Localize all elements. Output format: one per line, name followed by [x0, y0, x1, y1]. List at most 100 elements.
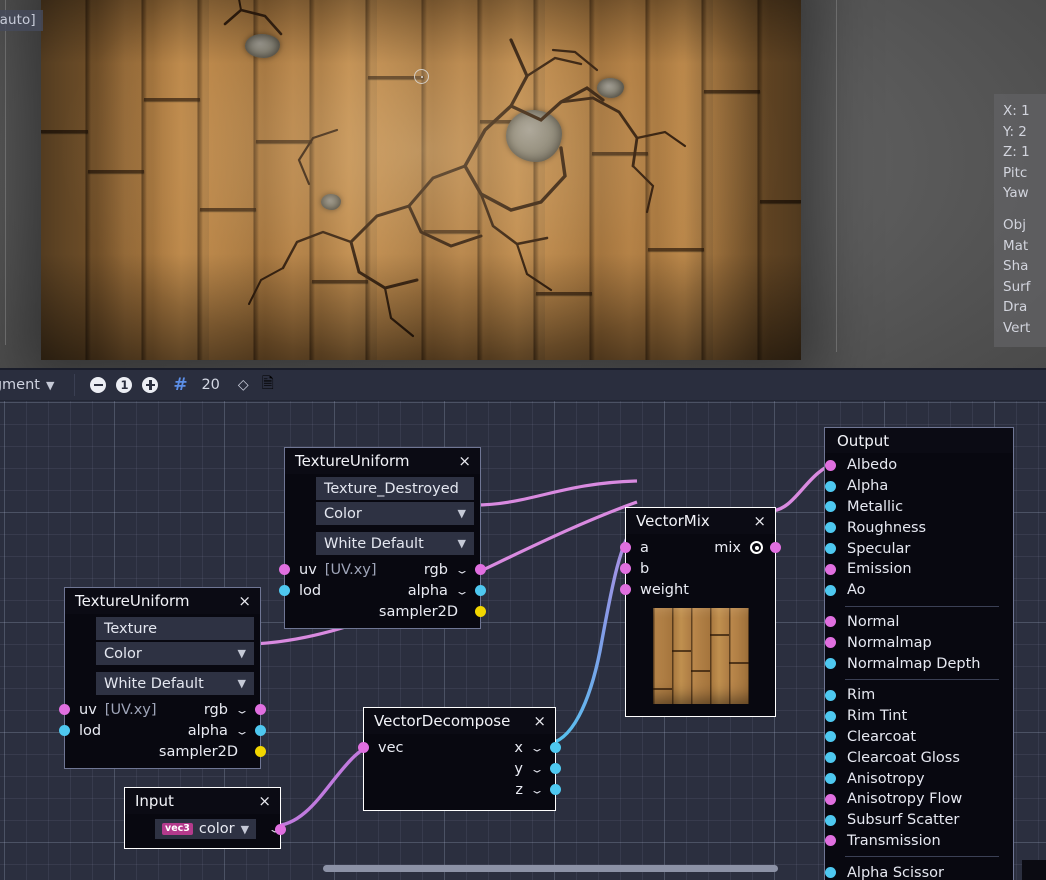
- chevron-down-icon[interactable]: ⌄: [234, 704, 249, 716]
- port-in-albedo[interactable]: [825, 460, 836, 471]
- node-title-text: TextureUniform: [295, 452, 410, 470]
- port-in-roughness[interactable]: [825, 522, 836, 533]
- close-icon[interactable]: ×: [457, 454, 472, 469]
- zoom-out-button[interactable]: [85, 372, 111, 398]
- node-title-bar[interactable]: Input ×: [125, 788, 280, 814]
- script-file-icon[interactable]: 🗎: [262, 373, 274, 398]
- port-out-y[interactable]: [550, 763, 561, 774]
- texture-name-field[interactable]: Texture: [96, 617, 254, 640]
- viewport-center-gizmo[interactable]: [414, 69, 429, 84]
- graph-canvas[interactable]: TextureUniform × Texture_Destroyed Color…: [0, 401, 1046, 880]
- port-in-weight[interactable]: [620, 584, 631, 595]
- port-in-uv[interactable]: [59, 704, 70, 715]
- node-vector-decompose[interactable]: VectorDecompose × vec x ⌄ y ⌄: [363, 707, 556, 811]
- horizontal-scrollbar[interactable]: [323, 865, 778, 872]
- texture-name-field[interactable]: Texture_Destroyed: [316, 477, 474, 500]
- node-title-bar[interactable]: TextureUniform ×: [65, 588, 260, 614]
- node-vector-mix[interactable]: VectorMix × a mix b: [625, 507, 776, 717]
- port-out-sampler2d[interactable]: [255, 746, 266, 757]
- info-vertices: Vert: [1003, 318, 1038, 339]
- zoom-reset-button[interactable]: 1: [111, 372, 137, 398]
- info-draw-calls: Dra: [1003, 297, 1038, 318]
- zoom-in-button[interactable]: [137, 372, 163, 398]
- port-in-uv[interactable]: [279, 564, 290, 575]
- port-in-a[interactable]: [620, 542, 631, 553]
- chevron-down-icon[interactable]: ⌄: [454, 564, 469, 576]
- node-title-bar[interactable]: VectorDecompose ×: [364, 708, 555, 734]
- chevron-down-icon[interactable]: ⌄: [454, 585, 469, 597]
- port-out-sampler2d[interactable]: [475, 606, 486, 617]
- port-in-rim-tint[interactable]: [825, 711, 836, 722]
- chevron-down-icon[interactable]: ⌄: [529, 784, 544, 796]
- node-input[interactable]: Input × vec3 color ▼ ⌄: [124, 787, 281, 849]
- port-out-alpha[interactable]: [255, 725, 266, 736]
- output-label-alpha-scissor: Alpha Scissor: [847, 865, 944, 880]
- chevron-down-icon[interactable]: ⌄: [529, 742, 544, 754]
- port-in-normalmap[interactable]: [825, 637, 836, 648]
- port-in-anisotropy-flow[interactable]: [825, 794, 836, 805]
- port-in-specular[interactable]: [825, 543, 836, 554]
- port-in-normalmap-depth[interactable]: [825, 658, 836, 669]
- port-row-weight: weight: [626, 579, 775, 600]
- port-in-emission[interactable]: [825, 564, 836, 575]
- close-icon[interactable]: ×: [237, 594, 252, 609]
- texture-type-select[interactable]: Color ▼: [316, 502, 474, 525]
- port-in-alpha-scissor[interactable]: [825, 867, 836, 878]
- node-title-text: Input: [135, 792, 174, 810]
- port-in-lod[interactable]: [279, 585, 290, 596]
- node-title-bar[interactable]: VectorMix ×: [626, 508, 775, 534]
- port-out-rgb[interactable]: [255, 704, 266, 715]
- port-in-clearcoat[interactable]: [825, 731, 836, 742]
- port-in-clearcoat-gloss[interactable]: [825, 752, 836, 763]
- port-in-metallic[interactable]: [825, 501, 836, 512]
- output-label-albedo: Albedo: [847, 457, 897, 473]
- node-output[interactable]: Output Albedo Alpha Metallic Roughness S…: [824, 427, 1014, 880]
- minus-circle-icon: [90, 377, 106, 393]
- node-title-bar[interactable]: Output: [825, 428, 1013, 453]
- info-pitch: Pitc: [1003, 163, 1038, 184]
- node-texture-uniform[interactable]: TextureUniform × Texture Color ▼ White D…: [64, 587, 261, 769]
- snap-to-grid-button[interactable]: #: [167, 372, 193, 398]
- port-in-ao[interactable]: [825, 585, 836, 596]
- texture-type-select[interactable]: Color ▼: [96, 642, 254, 665]
- port-in-transmission[interactable]: [825, 835, 836, 846]
- node-title-text: VectorMix: [636, 512, 710, 530]
- port-label-weight: weight: [640, 582, 689, 598]
- node-title-bar[interactable]: TextureUniform ×: [285, 448, 480, 474]
- texture-default-select[interactable]: White Default ▼: [316, 532, 474, 555]
- close-icon[interactable]: ×: [257, 794, 272, 809]
- 3d-viewport[interactable]: nal [auto] X: 1 Y: 2 Z: 1 Pitc Yaw Obj M…: [0, 0, 1046, 368]
- port-in-subsurf-scatter[interactable]: [825, 815, 836, 826]
- port-in-vec[interactable]: [358, 742, 369, 753]
- output-label-ao: Ao: [847, 582, 866, 598]
- shader-stage-dropdown[interactable]: ragment ▼: [0, 370, 64, 401]
- chevron-down-icon[interactable]: ⌄: [234, 725, 249, 737]
- output-label-normalmap: Normalmap: [847, 635, 932, 651]
- node-texture-uniform-destroyed[interactable]: TextureUniform × Texture_Destroyed Color…: [284, 447, 481, 629]
- port-in-alpha[interactable]: [825, 481, 836, 492]
- port-label-x: x: [514, 740, 523, 756]
- port-in-b[interactable]: [620, 563, 631, 574]
- output-row-subsurf-scatter: Subsurf Scatter: [831, 810, 1007, 831]
- texture-default-select[interactable]: White Default ▼: [96, 672, 254, 695]
- preview-toggle-icon[interactable]: [750, 541, 763, 554]
- port-in-anisotropy[interactable]: [825, 773, 836, 784]
- close-icon[interactable]: ×: [532, 714, 547, 729]
- port-out-x[interactable]: [550, 742, 561, 753]
- port-out-mix[interactable]: [770, 542, 781, 553]
- port-out-alpha[interactable]: [475, 585, 486, 596]
- input-type-select[interactable]: vec3 color ▼: [155, 819, 256, 839]
- port-row-sampler2d: sampler2D: [285, 601, 480, 622]
- port-in-normal[interactable]: [825, 616, 836, 627]
- port-in-lod[interactable]: [59, 725, 70, 736]
- port-out-rgb[interactable]: [475, 564, 486, 575]
- grid-size-value[interactable]: 20: [201, 377, 219, 393]
- port-label-z: z: [515, 782, 523, 798]
- chevron-down-icon[interactable]: ⌄: [529, 763, 544, 775]
- plus-circle-icon: [142, 377, 158, 393]
- close-icon[interactable]: ×: [752, 514, 767, 529]
- port-out-color[interactable]: [275, 824, 286, 835]
- port-in-rim[interactable]: [825, 690, 836, 701]
- grid-size-stepper[interactable]: ◇: [238, 377, 248, 393]
- port-out-z[interactable]: [550, 784, 561, 795]
